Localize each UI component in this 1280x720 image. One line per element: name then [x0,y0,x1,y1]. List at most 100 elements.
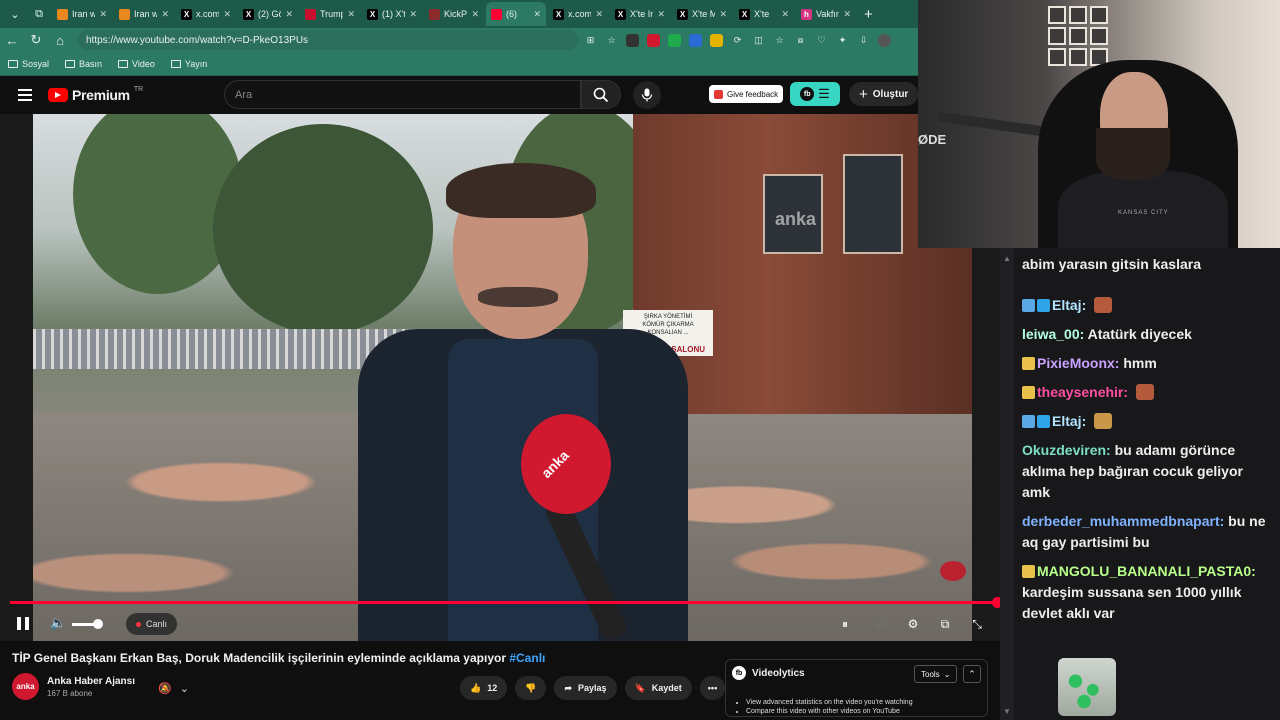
pause-button[interactable] [17,617,29,630]
thumbs-up-icon: 👍 [470,682,482,693]
split-screen-icon[interactable]: ◫ [752,34,765,47]
tab-close-icon[interactable]: ✕ [657,9,665,20]
refresh-extension-icon[interactable]: ⟳ [731,34,744,47]
bookmark-folder[interactable]: Basın [65,59,102,69]
browser-tab[interactable]: Xx.com/✕ [548,2,608,26]
scroll-up-icon[interactable]: ▲ [1003,254,1011,263]
chat-username[interactable]: derbeder_muhammedbnapart: [1022,513,1224,529]
extension-icon[interactable] [668,33,681,47]
downloads-icon[interactable]: ⇩ [857,34,870,47]
share-button[interactable]: ➦ Paylaş [554,676,617,700]
new-tab-button[interactable]: + [858,6,879,23]
wall-frames [1048,6,1108,66]
more-actions-button[interactable]: ••• [699,676,726,700]
extension-icon[interactable] [710,33,723,47]
video-actions: 👍 12 👎 ➦ Paylaş 🔖 Kaydet ••• [460,676,726,700]
browser-tab[interactable]: Xx.com/✕ [176,2,236,26]
progress-bar[interactable] [10,597,1000,608]
tab-close-icon[interactable]: ✕ [347,9,355,20]
browser-tab[interactable]: h Vakfın ✕ [796,2,856,26]
tab-close-icon[interactable]: ✕ [781,9,789,20]
chat-username[interactable]: PixieMoonx: [1037,355,1119,371]
home-icon[interactable]: ⌂ [48,33,72,48]
tab-menu-icon[interactable]: ⌄ [4,3,26,25]
profile-avatar[interactable] [878,33,891,47]
extension-icon[interactable] [626,33,639,47]
workspaces-icon[interactable]: ⧉ [28,3,50,25]
bookmark-folder[interactable]: Sosyal [8,59,49,69]
subtitles-icon[interactable]: ▭ [872,615,890,633]
tab-close-icon[interactable]: ✕ [843,9,851,20]
volume-icon[interactable]: 🔈 [50,615,66,631]
autoplay-toggle-icon[interactable]: ⏸ [836,615,854,633]
browser-tab[interactable]: X X'te In ✕ [610,2,670,26]
tab-close-icon[interactable]: ✕ [719,9,727,20]
bookmark-folder[interactable]: Yayın [170,59,207,69]
volume-knob[interactable] [92,619,103,629]
tab-close-icon[interactable]: ✕ [161,9,169,20]
tab-close-icon[interactable]: ✕ [99,9,107,20]
dislike-button[interactable]: 👎 [515,676,547,700]
translate-extension-icon[interactable] [689,33,702,47]
tab-close-icon[interactable]: ✕ [533,9,541,20]
browser-tab[interactable]: Trump ✕ [300,2,360,26]
tab-close-icon[interactable]: ✕ [223,9,231,20]
browser-tab[interactable]: X (2) Gö ✕ [238,2,298,26]
progress-knob[interactable] [992,597,1000,608]
chat-username[interactable]: leiwa_00: [1022,326,1084,342]
tab-close-icon[interactable]: ✕ [595,9,603,20]
browser-tab[interactable]: X X'te M ✕ [672,2,732,26]
bookmark-folder[interactable]: Video [118,59,155,69]
miniplayer-icon[interactable]: ⧉ [936,615,954,633]
chat-username[interactable]: Eltaj: [1052,413,1086,429]
browser-essentials-icon[interactable]: ♡ [815,34,828,47]
tab-list: Iran w✕Iran w✕Xx.com/✕X(2) Gö✕Trump✕X(1)… [52,2,856,26]
collapse-button[interactable]: ⌃ [963,665,981,683]
settings-gear-icon[interactable]: ⚙ [904,615,922,633]
scroll-down-icon[interactable]: ▼ [1003,707,1011,716]
create-button[interactable]: + Oluştur [849,82,919,106]
browser-tab[interactable]: Iran w ✕ [114,2,174,26]
browser-tabbar: ⌄ ⧉ Iran w✕Iran w✕Xx.com/✕X(2) Gö✕Trump✕… [0,0,918,28]
browser-tab[interactable]: (6) ✕ [486,2,546,26]
tools-dropdown[interactable]: Tools ⌄ [914,665,958,683]
search-input[interactable]: Ara [224,80,581,109]
chat-username[interactable]: Okuzdeviren: [1022,442,1111,458]
collections-icon[interactable]: ⧈ [794,34,807,47]
back-icon[interactable]: ← [0,33,24,48]
menu-icon[interactable] [18,89,32,101]
save-button[interactable]: 🔖 Kaydet [624,676,692,700]
hashtag-link[interactable]: #Canlı [509,651,545,665]
chat-username[interactable]: MANGOLU_BANANALI_PASTA0: [1037,563,1256,579]
youtube-logo[interactable]: Premium TR [48,86,143,103]
tab-close-icon[interactable]: ✕ [409,9,417,20]
extension-icon[interactable] [647,33,660,47]
voice-search-button[interactable] [633,81,661,109]
notifications-button[interactable]: 🔕 ⌄ [150,677,200,699]
chat-scrollbar[interactable]: ▲ ▼ [1000,248,1014,720]
video-player[interactable]: ŞIRKA YÖNETİMİ KÖMÜR ÇIKARMA KONSALIAN .… [0,114,1000,641]
live-badge[interactable]: Canlı [126,613,178,635]
browser-tab[interactable]: X X'te ✕ [734,2,794,26]
channel-avatar[interactable]: anka [12,673,39,700]
folder-icon [170,59,181,68]
favorites-icon[interactable]: ☆ [773,34,786,47]
browser-tab[interactable]: Iran w ✕ [52,2,112,26]
chat-username[interactable]: Eltaj: [1052,297,1086,313]
give-feedback-button[interactable]: Give feedback [709,85,784,103]
fullscreen-icon[interactable]: ⤡ [968,615,986,633]
favorite-star-icon[interactable]: ☆ [605,34,618,47]
extensions-icon[interactable]: ✦ [836,34,849,47]
tab-close-icon[interactable]: ✕ [285,9,293,20]
chat-username[interactable]: theaysenehir: [1037,384,1128,400]
search-button[interactable] [581,80,621,109]
videolytics-button[interactable]: fb ☰ [790,82,840,106]
app-install-icon[interactable]: ⊞ [584,34,597,47]
reload-icon[interactable]: ↻ [24,32,48,48]
like-button[interactable]: 👍 12 [460,676,508,700]
channel-name[interactable]: Anka Haber Ajansı [47,676,135,687]
tab-close-icon[interactable]: ✕ [471,9,479,20]
url-field[interactable]: https://www.youtube.com/watch?v=D-PkeO13… [78,30,578,50]
browser-tab[interactable]: X (1) X'te✕ [362,2,422,26]
browser-tab[interactable]: KickPe✕ [424,2,484,26]
